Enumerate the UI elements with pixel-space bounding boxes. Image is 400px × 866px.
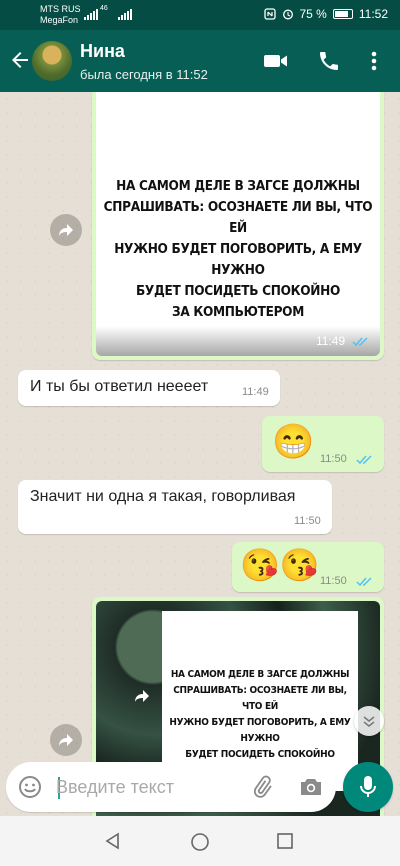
nav-home-icon[interactable] (190, 832, 210, 852)
avatar[interactable] (32, 41, 72, 81)
message-time: 11:49 (316, 334, 346, 348)
message-text: И ты бы ответил неееет (30, 378, 209, 395)
last-seen-status[interactable]: была сегодня в 11:52 (80, 67, 208, 82)
message-input[interactable] (56, 772, 236, 802)
phone-icon[interactable] (316, 49, 342, 73)
message-text: Значит ни одна я такая, говорливая (30, 488, 296, 505)
message-time: 11:50 (320, 453, 347, 465)
signal-icon (84, 9, 98, 20)
caption-line: БУДЕТ ПОСИДЕТЬ СПОКОЙНО (135, 283, 341, 299)
mic-icon (360, 776, 376, 797)
video-call-icon[interactable] (263, 49, 289, 73)
share-icon (135, 690, 149, 702)
caption-line: НУЖНО БУДЕТ ПОГОВОРИТЬ, А ЕМУ НУЖНО (114, 241, 362, 278)
double-check-icon (356, 455, 372, 465)
camera-icon[interactable] (298, 775, 324, 799)
image-content[interactable]: НА САМОМ ДЕЛЕ В ЗАГСЕ ДОЛЖНЫ СПРАШИВАТЬ:… (96, 92, 380, 356)
forward-icon (59, 734, 73, 746)
chat-area[interactable]: НА САМОМ ДЕЛЕ В ЗАГСЕ ДОЛЖНЫ СПРАШИВАТЬ:… (0, 92, 400, 816)
caption-line: СПРАШИВАТЬ: ОСОЗНАЕТЕ ЛИ ВЫ, ЧТО ЕЙ (173, 685, 347, 712)
caption-line: ЗА КОМПЬЮТЕРОМ (172, 304, 304, 320)
mic-button[interactable] (343, 762, 393, 812)
chevron-down-icon (363, 716, 375, 727)
message-time: 11:49 (242, 386, 269, 398)
caption-line: НА САМОМ ДЕЛЕ В ЗАГСЕ ДОЛЖНЫ (116, 178, 360, 194)
caption-line: НА САМОМ ДЕЛЕ В ЗАГСЕ ДОЛЖНЫ (170, 669, 350, 680)
emoji-content: 😘😘 (240, 547, 320, 583)
outgoing-image-message[interactable]: НА САМОМ ДЕЛЕ В ЗАГСЕ ДОЛЖНЫ СПРАШИВАТЬ:… (92, 92, 384, 360)
nav-back-icon[interactable] (104, 832, 122, 850)
contact-name[interactable]: Нина (80, 41, 125, 62)
signal-indicators: 46 (84, 5, 132, 20)
outgoing-message[interactable]: 😁 11:50 (262, 416, 384, 472)
emoji-icon[interactable] (18, 775, 42, 799)
carrier-2: MegaFon (40, 15, 79, 25)
status-right: 75 % 11:52 (263, 7, 388, 21)
back-arrow-icon[interactable] (8, 48, 32, 72)
battery-icon (332, 9, 353, 19)
incoming-message[interactable]: И ты бы ответил неееет 11:49 (18, 370, 280, 406)
message-composer (6, 762, 336, 812)
forward-icon (59, 224, 73, 236)
status-bar: MTS RUS MegaFon 46 75 % 11:52 (0, 0, 400, 30)
incoming-message[interactable]: Значит ни одна я такая, говорливая 11:50 (18, 480, 332, 534)
nav-recents-icon[interactable] (276, 832, 294, 850)
chat-header: Нина была сегодня в 11:52 (0, 30, 400, 92)
caption-line: БУДЕТ ПОСИДЕТЬ СПОКОЙНО (185, 749, 335, 760)
attach-icon[interactable] (250, 775, 274, 799)
battery-percent: 75 % (299, 7, 327, 21)
caption-line: СПРАШИВАТЬ: ОСОЗНАЕТЕ ЛИ ВЫ, ЧТО ЕЙ (103, 199, 373, 236)
emoji-content: 😁 (272, 423, 315, 461)
carrier-info: MTS RUS MegaFon (40, 4, 81, 26)
network-badge: 46 (100, 5, 108, 12)
forward-button[interactable] (50, 214, 82, 246)
forward-button[interactable] (50, 724, 82, 756)
message-time: 11:50 (320, 575, 347, 587)
message-time: 11:50 (294, 515, 321, 527)
alarm-icon (282, 9, 293, 20)
caption-line: НУЖНО БУДЕТ ПОГОВОРИТЬ, А ЕМУ НУЖНО (169, 717, 351, 744)
double-check-icon (352, 337, 368, 347)
status-time: 11:52 (358, 7, 388, 21)
carrier-1: MTS RUS (40, 4, 81, 14)
system-nav-bar (0, 816, 400, 866)
double-check-icon (356, 577, 372, 587)
nfc-icon (263, 8, 276, 20)
image-caption-text: НА САМОМ ДЕЛЕ В ЗАГСЕ ДОЛЖНЫ СПРАШИВАТЬ:… (96, 176, 380, 323)
signal-icon-2 (117, 9, 132, 20)
outgoing-message[interactable]: 😘😘 11:50 (232, 542, 384, 592)
scroll-down-button[interactable] (354, 706, 384, 736)
more-vert-icon[interactable] (364, 49, 384, 73)
